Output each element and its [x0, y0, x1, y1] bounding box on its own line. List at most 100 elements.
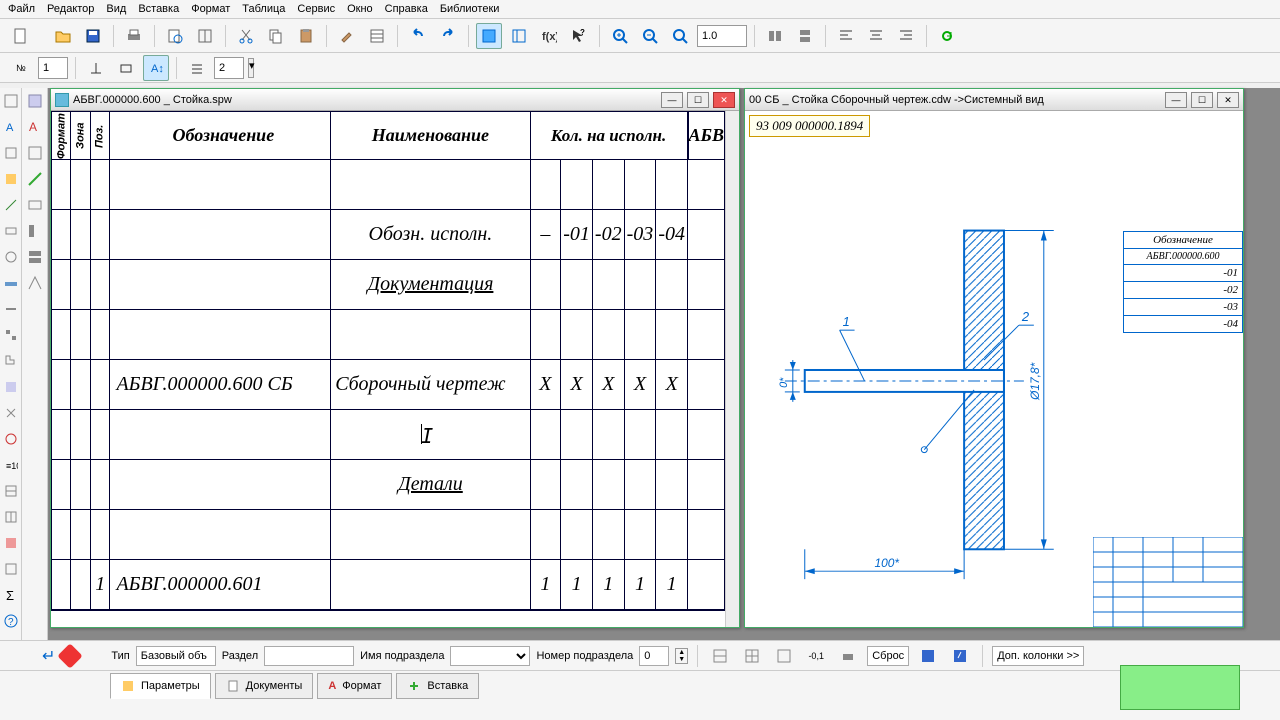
new-button[interactable] [8, 23, 34, 49]
neg01-button[interactable]: -0,1 [803, 643, 829, 669]
palette-btn-16[interactable] [0, 478, 22, 504]
tab-params[interactable]: Параметры [110, 673, 211, 699]
palette-btn-13[interactable] [0, 400, 22, 426]
cell[interactable]: 1 [624, 560, 656, 610]
cell[interactable]: 1 [656, 560, 688, 610]
menu-editor[interactable]: Редактор [47, 3, 94, 15]
cell[interactable]: 1 [592, 560, 624, 610]
section-field[interactable] [264, 646, 354, 666]
redo-button[interactable] [435, 23, 461, 49]
save-button[interactable] [80, 23, 106, 49]
drawing-minimize-button[interactable]: — [1165, 92, 1187, 108]
row-sb-desig[interactable]: АБВГ.000000.600 СБ [110, 360, 331, 410]
cell[interactable]: -04 [656, 210, 688, 260]
cell[interactable]: -01 [561, 210, 593, 260]
palette-btn-12[interactable] [0, 374, 22, 400]
lines-field[interactable] [214, 57, 244, 79]
p2-btn-1[interactable] [22, 88, 48, 114]
stop-icon[interactable] [58, 643, 83, 668]
row-exec-name[interactable]: Обозн. исполн. [331, 210, 530, 260]
cell[interactable]: Х [592, 360, 624, 410]
mode2-button[interactable] [506, 23, 532, 49]
paste-button[interactable] [293, 23, 319, 49]
box-button[interactable] [113, 55, 139, 81]
cell[interactable]: Х [656, 360, 688, 410]
print-button[interactable] [121, 23, 147, 49]
undo-button[interactable] [405, 23, 431, 49]
spec-content[interactable]: Формат Зона Поз. Обозначение Наименовани… [51, 111, 725, 627]
preview-button[interactable] [162, 23, 188, 49]
back-arrow-icon[interactable]: ↵ [42, 646, 55, 666]
subsection-num-field[interactable] [639, 646, 669, 666]
align-left-button[interactable] [833, 23, 859, 49]
num-field[interactable] [38, 57, 68, 79]
menu-help[interactable]: Справка [385, 3, 428, 15]
num-button[interactable]: № [8, 55, 34, 81]
zoom-fit-button[interactable] [667, 23, 693, 49]
cell[interactable]: Х [561, 360, 593, 410]
zoom-in-button[interactable] [607, 23, 633, 49]
section-docs[interactable]: Документация [331, 260, 530, 310]
cell[interactable]: – [530, 210, 561, 260]
palette-btn-18[interactable] [0, 530, 22, 556]
spec-close-button[interactable]: ✕ [713, 92, 735, 108]
palette-btn-19[interactable] [0, 556, 22, 582]
spec-maximize-button[interactable]: ☐ [687, 92, 709, 108]
properties-button[interactable] [364, 23, 390, 49]
p2-btn-3[interactable] [22, 140, 48, 166]
fx-button[interactable]: f(x) [536, 23, 562, 49]
spec-scrollbar[interactable] [725, 111, 739, 627]
spec-minimize-button[interactable]: — [661, 92, 683, 108]
grid2-button[interactable] [739, 643, 765, 669]
drawing-close-button[interactable]: ✕ [1217, 92, 1239, 108]
p2-btn-6[interactable] [22, 218, 48, 244]
drawing-canvas[interactable]: 93 009 000000.1894 Ø17,8* [745, 111, 1243, 627]
palette-btn-14[interactable] [0, 426, 22, 452]
palette-btn-4[interactable] [0, 166, 22, 192]
palette-sigma-button[interactable]: Σ [0, 582, 22, 608]
menu-view[interactable]: Вид [106, 3, 126, 15]
palette-btn-17[interactable] [0, 504, 22, 530]
cell[interactable]: 1 [530, 560, 561, 610]
save2-button[interactable] [915, 643, 941, 669]
extra-cols-button[interactable]: Доп. колонки >> [992, 646, 1084, 666]
layout-button[interactable] [192, 23, 218, 49]
subsection-name-field[interactable] [450, 646, 530, 666]
palette-btn-7[interactable] [0, 244, 22, 270]
tab-docs[interactable]: Документы [215, 673, 314, 699]
p2-btn-4[interactable] [22, 166, 48, 192]
help-cursor-button[interactable]: ? [566, 23, 592, 49]
section-parts[interactable]: Детали [331, 460, 530, 510]
menu-insert[interactable]: Вставка [138, 3, 179, 15]
align1-button[interactable] [762, 23, 788, 49]
spinner-down[interactable]: ▼ [676, 656, 687, 663]
cell[interactable]: Х [530, 360, 561, 410]
zoom-out-button[interactable] [637, 23, 663, 49]
align2-button[interactable] [792, 23, 818, 49]
menu-format[interactable]: Формат [191, 3, 230, 15]
palette-btn-5[interactable] [0, 192, 22, 218]
grid4-button[interactable] [835, 643, 861, 669]
row-sb-name[interactable]: Сборочный чертеж [331, 360, 530, 410]
reset-button[interactable]: Сброс [867, 646, 909, 666]
menu-libs[interactable]: Библиотеки [440, 3, 500, 15]
text-button[interactable]: A↕ [143, 55, 169, 81]
tab-format[interactable]: AФормат [317, 673, 392, 699]
refresh-button[interactable] [934, 23, 960, 49]
palette-btn-15[interactable]: ≡10 [0, 452, 22, 478]
lines-button[interactable] [184, 55, 210, 81]
palette-btn-11[interactable] [0, 348, 22, 374]
menu-table[interactable]: Таблица [242, 3, 285, 15]
save3-button[interactable] [947, 643, 973, 669]
spinner-up[interactable]: ▲ [676, 649, 687, 656]
cell[interactable]: -02 [592, 210, 624, 260]
mini-map[interactable] [1120, 665, 1240, 710]
p2-btn-2[interactable]: A [22, 114, 48, 140]
menu-service[interactable]: Сервис [297, 3, 335, 15]
menu-window[interactable]: Окно [347, 3, 373, 15]
palette-btn-3[interactable] [0, 140, 22, 166]
copy-button[interactable] [263, 23, 289, 49]
brush-button[interactable] [334, 23, 360, 49]
palette-btn-8[interactable] [0, 270, 22, 296]
p2-btn-5[interactable] [22, 192, 48, 218]
